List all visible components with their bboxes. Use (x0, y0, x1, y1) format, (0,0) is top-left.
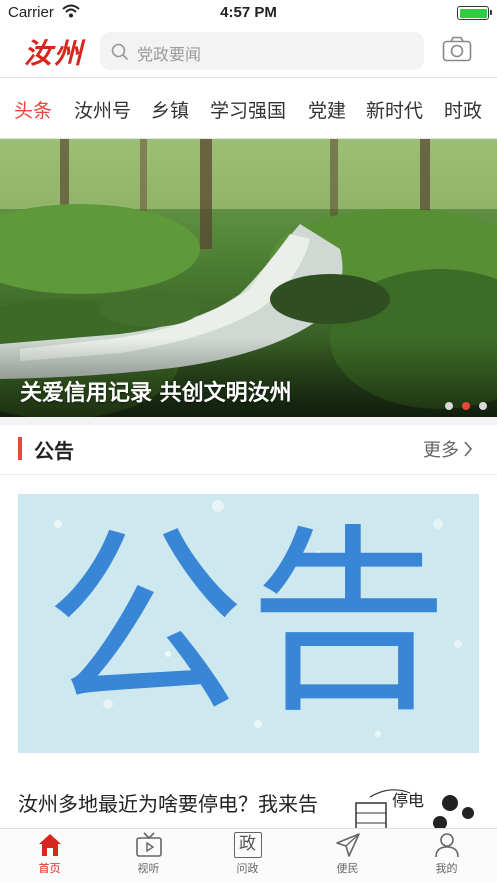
thumbnail-text: 停电 (392, 791, 425, 810)
tabbar-politics[interactable]: 政 问政 (198, 829, 297, 883)
list-item[interactable]: 汝州多地最近为啥要停电？我来告诉你答案！ 停电 (0, 775, 497, 828)
tab-ruzhou-account[interactable]: 汝州号 (74, 96, 131, 123)
banner-caption: 关爱信用记录 共创文明汝州 (20, 381, 292, 406)
tabbar-label: 首页 (38, 862, 61, 875)
tabbar-label: 便民 (336, 862, 359, 875)
article-title: 汝州多地最近为啥要停电？我来告诉你答案！ (18, 792, 318, 828)
more-link[interactable]: 更多 (423, 436, 459, 462)
banner-carousel[interactable]: 关爱信用记录 共创文明汝州 (0, 139, 497, 417)
article-thumbnail: 停电 (350, 783, 478, 828)
send-icon (335, 833, 360, 857)
section-divider (0, 417, 497, 425)
tab-headline[interactable]: 头条 (14, 96, 52, 123)
notice-header: 公告 更多 (0, 425, 497, 475)
carousel-dot[interactable] (445, 402, 453, 410)
user-icon (434, 833, 459, 858)
search-placeholder: 党政要闻 (137, 45, 202, 64)
tv-icon (135, 832, 162, 857)
search-box[interactable]: 党政要闻 (100, 32, 424, 70)
camera-icon[interactable] (442, 36, 472, 66)
app-logo[interactable]: 汝州 (24, 32, 84, 72)
battery-icon (457, 6, 492, 20)
notice-image[interactable]: 公告 (18, 494, 479, 753)
tabbar-mine[interactable]: 我的 (397, 829, 496, 883)
tabbar-label: 我的 (435, 862, 458, 875)
chevron-right-icon[interactable] (463, 441, 473, 461)
status-bar: Carrier 4:57 PM (0, 0, 497, 26)
carousel-dot[interactable] (479, 402, 487, 410)
app-header: 汝州 党政要闻 (0, 26, 497, 76)
tabbar-services[interactable]: 便民 (298, 829, 397, 883)
tabbar-media[interactable]: 视听 (99, 829, 198, 883)
tab-party[interactable]: 党建 (308, 96, 346, 123)
notice-image-text: 公告 (44, 507, 453, 740)
home-icon (38, 834, 61, 856)
section-title: 公告 (34, 439, 74, 463)
tab-politics[interactable]: 时政 (444, 96, 482, 123)
section-marker (18, 437, 22, 460)
politics-icon: 政 (233, 832, 262, 858)
tabbar-label: 问政 (236, 862, 259, 875)
bottom-tab-bar: 首页 视听 政 问政 便民 我的 (0, 828, 497, 883)
tabbar-home[interactable]: 首页 (0, 829, 99, 883)
search-icon (111, 43, 129, 65)
tabbar-label: 视听 (137, 862, 160, 875)
tab-towns[interactable]: 乡镇 (151, 96, 189, 123)
clock: 4:57 PM (220, 4, 277, 21)
tab-new-era[interactable]: 新时代 (366, 96, 423, 123)
channel-tabs: 头条 汝州号 乡镇 学习强国 党建 新时代 时政 (0, 77, 497, 139)
tab-study[interactable]: 学习强国 (210, 96, 286, 123)
carousel-indicator (436, 395, 487, 414)
carousel-dot-active[interactable] (462, 402, 470, 410)
